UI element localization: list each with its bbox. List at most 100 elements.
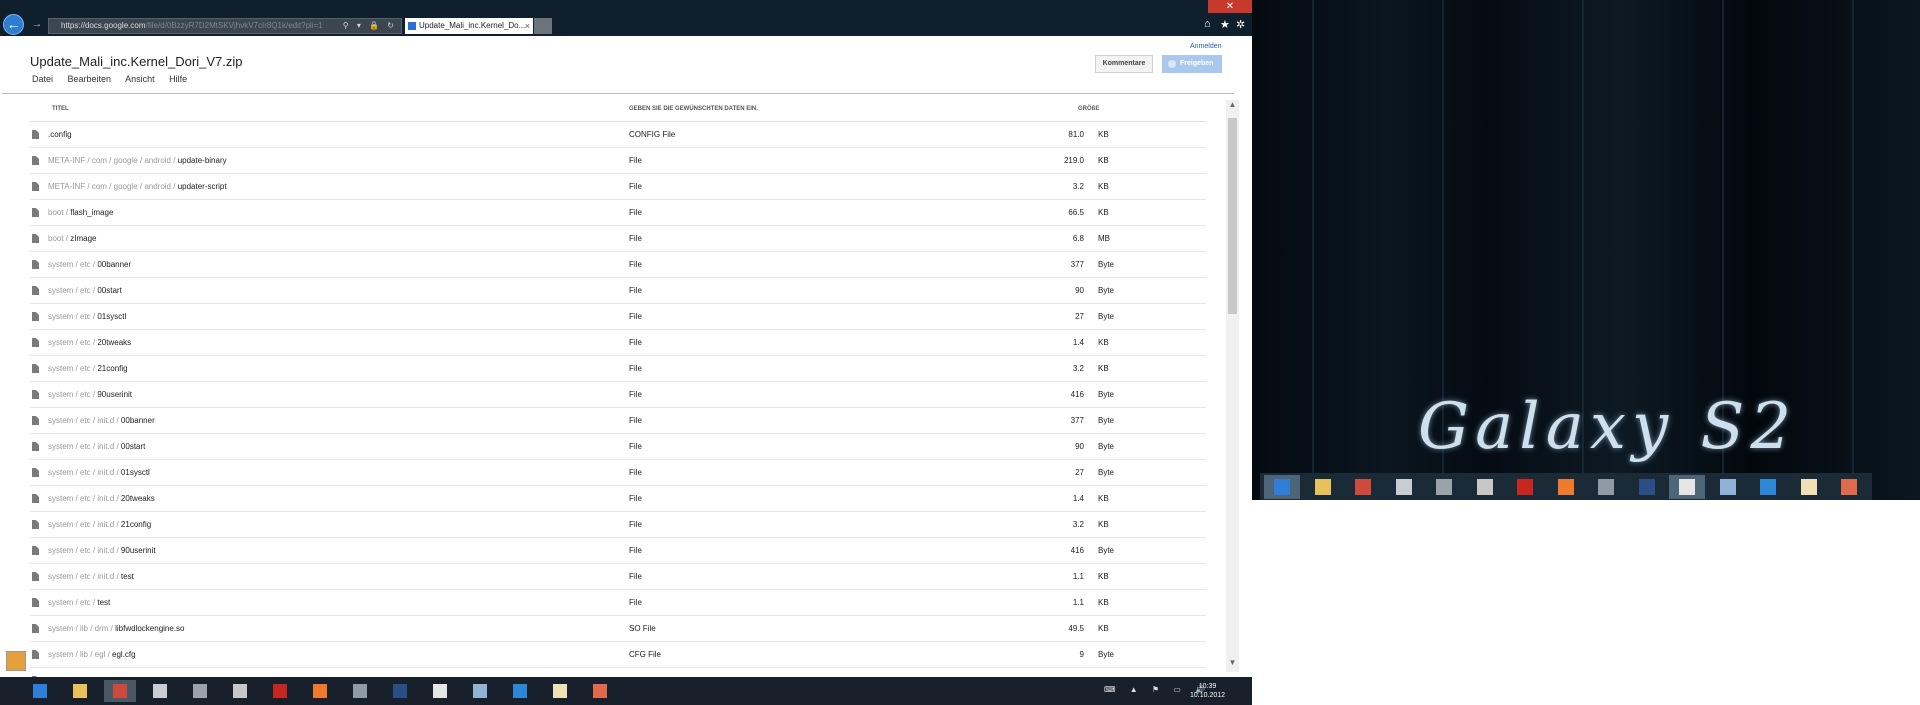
- table-row[interactable]: system / etc / init.d / 20tweaks File 1.4 K…: [30, 486, 1206, 512]
- file-name[interactable]: .config: [48, 130, 72, 139]
- file-name[interactable]: 00banner: [121, 416, 155, 425]
- taskbar-app-media[interactable]: [584, 680, 616, 702]
- dock-app-steam[interactable]: [1386, 475, 1422, 499]
- file-name[interactable]: update-binary: [178, 156, 227, 165]
- window-close-button[interactable]: ✕: [1208, 0, 1252, 13]
- tab-active[interactable]: Update_Mali_inc.Kernel_Do... ×: [405, 18, 533, 34]
- taskbar-app-explorer[interactable]: [64, 680, 96, 702]
- table-row[interactable]: META-INF / com / google / android / upda…: [30, 148, 1206, 174]
- taskbar-app-ie[interactable]: [24, 680, 56, 702]
- dock-app-winamp[interactable]: [1467, 475, 1503, 499]
- taskbar-app-photoshop[interactable]: [384, 680, 416, 702]
- taskbar-app-chrome[interactable]: [104, 680, 136, 702]
- address-bar-icons[interactable]: ⚲ ▾ 🔒 ↻: [343, 19, 397, 33]
- table-row[interactable]: boot / flash_image File 66.5 KB: [30, 200, 1206, 226]
- file-name[interactable]: test: [97, 598, 110, 607]
- taskbar-app-virtualbox[interactable]: [464, 680, 496, 702]
- scroll-thumb[interactable]: [1228, 118, 1237, 314]
- table-row[interactable]: system / etc / init.d / test File 1.1 KB: [30, 564, 1206, 590]
- header-size[interactable]: GRÖßE: [1078, 106, 1099, 112]
- dock-app-origin[interactable]: [1548, 475, 1584, 499]
- table-row[interactable]: boot / zImage File 6.8 MB: [30, 226, 1206, 252]
- settings-icon[interactable]: ✲: [1236, 18, 1245, 31]
- file-name[interactable]: 90userinit: [97, 390, 132, 399]
- taskbar-app-notepad[interactable]: [544, 680, 576, 702]
- file-name[interactable]: 20tweaks: [97, 338, 131, 347]
- table-row[interactable]: system / etc / 00start File 90 Byte: [30, 278, 1206, 304]
- taskbar-app-steam[interactable]: [144, 680, 176, 702]
- dock-app-explorer[interactable]: [1305, 475, 1341, 499]
- file-name[interactable]: 00start: [121, 442, 145, 451]
- table-row[interactable]: system / lib / drm / libfwdlockengine.so…: [30, 616, 1206, 642]
- clock[interactable]: 10:39 10.10.2012: [1190, 682, 1225, 700]
- file-name[interactable]: 00banner: [97, 260, 131, 269]
- sign-in-link[interactable]: Anmelden: [1190, 43, 1222, 50]
- taskbar-app-winamp[interactable]: [224, 680, 256, 702]
- taskbar-app-app2[interactable]: [344, 680, 376, 702]
- header-title[interactable]: TITEL: [52, 106, 69, 112]
- file-name[interactable]: 00start: [97, 286, 121, 295]
- table-row[interactable]: system / etc / test File 1.1 KB: [30, 590, 1206, 616]
- address-bar[interactable]: https://docs.google.com/file/d/0BzzyR7D2…: [48, 18, 402, 34]
- table-row[interactable]: system / etc / init.d / 00start File 90 Byt…: [30, 434, 1206, 460]
- menu-bearbeiten[interactable]: Bearbeiten: [68, 74, 112, 84]
- file-name[interactable]: 21config: [97, 364, 127, 373]
- table-row[interactable]: system / etc / init.d / 90userinit File 41…: [30, 538, 1206, 564]
- dock-app-media[interactable]: [1831, 475, 1867, 499]
- table-row[interactable]: system / etc / 00banner File 377 Byte: [30, 252, 1206, 278]
- table-row[interactable]: system / etc / 21config File 3.2 KB: [30, 356, 1206, 382]
- taskbar-app-app[interactable]: [184, 680, 216, 702]
- scrollbar[interactable]: ▲ ▼: [1226, 100, 1239, 672]
- table-row[interactable]: system / etc / init.d / 00banner File 377 B…: [30, 408, 1206, 434]
- dock-app-talk[interactable]: [1669, 475, 1705, 499]
- tab-close-icon[interactable]: ×: [525, 18, 530, 34]
- table-row[interactable]: system / etc / init.d / 01sysctl File 27 By…: [30, 460, 1206, 486]
- forward-button[interactable]: →: [30, 17, 44, 31]
- dock-app-notepad[interactable]: [1791, 475, 1827, 499]
- dock-app-chrome[interactable]: [1345, 475, 1381, 499]
- file-name[interactable]: 01sysctl: [97, 312, 126, 321]
- header-type[interactable]: GEBEN SIE DIE GEWÜNSCHTEN DATEN EIN.: [629, 106, 758, 112]
- taskbar-app-talk[interactable]: [424, 680, 456, 702]
- table-row[interactable]: system / etc / 20tweaks File 1.4 KB: [30, 330, 1206, 356]
- scroll-up-arrow[interactable]: ▲: [1226, 100, 1239, 112]
- dock-app-ie[interactable]: [1264, 475, 1300, 499]
- dock-app-app[interactable]: [1426, 475, 1462, 499]
- scroll-down-arrow[interactable]: ▼: [1226, 658, 1239, 670]
- comments-button[interactable]: Kommentare: [1095, 55, 1153, 73]
- file-name[interactable]: zImage: [70, 234, 96, 243]
- table-row[interactable]: system / etc / init.d / 21config File 3.2 K…: [30, 512, 1206, 538]
- table-row[interactable]: .config CONFIG File 81.0 KB: [30, 122, 1206, 148]
- table-row[interactable]: system / etc / 90userinit File 416 Byte: [30, 382, 1206, 408]
- file-name[interactable]: egl.cfg: [112, 650, 136, 659]
- back-button[interactable]: ←: [3, 14, 24, 35]
- menu-ansicht[interactable]: Ansicht: [125, 74, 155, 84]
- table-row[interactable]: system / etc / 01sysctl File 27 Byte: [30, 304, 1206, 330]
- dock-app-virtualbox[interactable]: [1710, 475, 1746, 499]
- table-row[interactable]: META-INF / com / google / android / upda…: [30, 174, 1206, 200]
- new-tab-button[interactable]: [534, 18, 552, 34]
- dock-app-filezilla[interactable]: [1507, 475, 1543, 499]
- dock-app-app2[interactable]: [1588, 475, 1624, 499]
- file-name[interactable]: libfwdlockengine.so: [115, 624, 184, 633]
- file-name[interactable]: updater-script: [178, 182, 227, 191]
- menu-datei[interactable]: Datei: [32, 74, 53, 84]
- taskbar-app-teamviewer[interactable]: [504, 680, 536, 702]
- taskbar-app-origin[interactable]: [304, 680, 336, 702]
- home-icon[interactable]: ⌂: [1204, 18, 1211, 30]
- dock-app-teamviewer[interactable]: [1750, 475, 1786, 499]
- table-row[interactable]: system / lib / egl / egl.cfg CFG File 9 Byt…: [30, 642, 1206, 668]
- dock-app-photoshop[interactable]: [1629, 475, 1665, 499]
- share-button[interactable]: Freigeben: [1162, 55, 1222, 73]
- file-name[interactable]: 01sysctl: [121, 468, 150, 477]
- file-name[interactable]: flash_image: [70, 208, 113, 217]
- virtualbox-icon: [473, 684, 487, 698]
- file-name[interactable]: 21config: [121, 520, 151, 529]
- addon-icon[interactable]: [6, 651, 26, 671]
- file-name[interactable]: test: [121, 572, 134, 581]
- file-name[interactable]: 90userinit: [121, 546, 156, 555]
- taskbar-app-filezilla[interactable]: [264, 680, 296, 702]
- file-name[interactable]: 20tweaks: [121, 494, 155, 503]
- favorites-icon[interactable]: ★: [1220, 18, 1230, 31]
- menu-hilfe[interactable]: Hilfe: [169, 74, 187, 84]
